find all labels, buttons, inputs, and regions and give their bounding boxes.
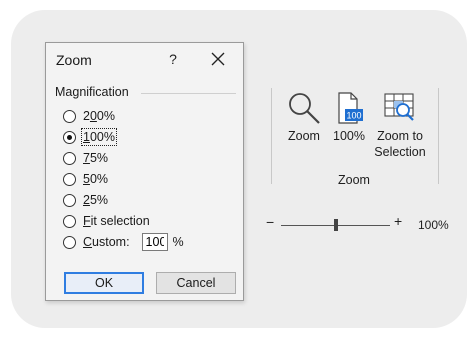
radio-fit-selection[interactable]: [63, 214, 76, 228]
zoom-to-selection-ribbon-button[interactable]: Zoom to Selection: [369, 90, 431, 159]
option-200[interactable]: 200%: [63, 107, 115, 125]
zoom-out-button[interactable]: −: [266, 214, 274, 230]
zoom-slider-thumb[interactable]: [334, 219, 338, 231]
radio-100[interactable]: [63, 130, 76, 144]
option-75[interactable]: 75%: [63, 149, 108, 167]
option-100[interactable]: 100%: [63, 128, 117, 146]
ok-button[interactable]: OK: [64, 272, 144, 294]
option-100-label: 100%: [81, 128, 117, 146]
ribbon-group-name: Zoom: [338, 173, 370, 187]
option-25[interactable]: 25%: [63, 191, 108, 209]
zoom-to-selection-label-line2: Selection: [374, 145, 426, 159]
magnification-group-label: Magnification: [55, 85, 129, 99]
group-divider: [141, 93, 236, 94]
zoom-dialog: Zoom ? Magnification 200% 100% 75% 50% 2…: [45, 42, 244, 301]
option-fit-selection[interactable]: Fit selection: [63, 212, 150, 230]
option-25-label: 25%: [83, 193, 109, 207]
zoom-to-selection-icon: [384, 93, 414, 121]
option-200-label: 200%: [83, 109, 115, 123]
page-100-icon-text: 100: [346, 111, 361, 121]
dialog-title: Zoom: [56, 52, 92, 68]
option-custom[interactable]: Custom: %: [63, 233, 184, 251]
option-75-label: 75%: [83, 151, 109, 165]
radio-25[interactable]: [63, 193, 76, 207]
radio-75[interactable]: [63, 151, 76, 165]
hundred-percent-ribbon-button[interactable]: 100 100%: [330, 90, 368, 143]
help-button[interactable]: ?: [164, 50, 182, 68]
option-custom-label: Custom:: [83, 235, 130, 249]
option-50[interactable]: 50%: [63, 170, 108, 188]
radio-50[interactable]: [63, 172, 76, 186]
zoom-ribbon-label: Zoom: [288, 129, 320, 143]
custom-percent-input[interactable]: [141, 233, 168, 251]
custom-percent-unit: %: [172, 235, 184, 249]
zoom-ribbon-button[interactable]: Zoom: [282, 90, 326, 143]
ribbon-separator-left: [271, 88, 272, 184]
page-100-icon: 100: [338, 92, 363, 124]
zoom-in-button[interactable]: +: [394, 213, 402, 229]
option-50-label: 50%: [83, 172, 109, 186]
close-button[interactable]: [207, 48, 229, 70]
radio-custom[interactable]: [63, 235, 76, 249]
hundred-percent-label: 100%: [333, 129, 365, 143]
cancel-button[interactable]: Cancel: [156, 272, 236, 294]
ribbon-separator-right: [438, 88, 439, 184]
magnifier-icon: [289, 93, 320, 124]
close-icon: [211, 52, 225, 66]
option-fit-selection-label: Fit selection: [83, 214, 150, 228]
zoom-to-selection-label-line1: Zoom to: [377, 129, 423, 143]
radio-200[interactable]: [63, 109, 76, 123]
zoom-percent-readout[interactable]: 100%: [418, 218, 449, 232]
